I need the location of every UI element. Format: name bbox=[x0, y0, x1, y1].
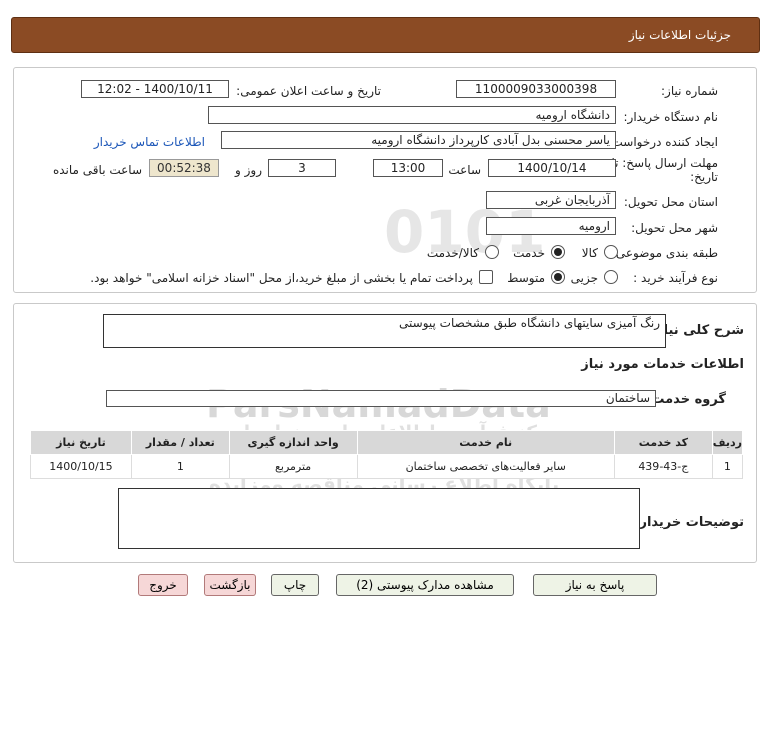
table-row: 1 ج-43-439 سایر فعالیت‌های تخصصی ساختمان… bbox=[30, 454, 744, 479]
requester-label: ایجاد کننده درخواست: bbox=[607, 135, 718, 149]
cell-unit: مترمربع bbox=[228, 454, 358, 479]
services-table: ردیف کد خدمت نام خدمت واحد اندازه گیری ت… bbox=[30, 430, 744, 479]
category-radio-goods-service[interactable] bbox=[485, 245, 499, 259]
city-field: ارومیه bbox=[486, 217, 616, 235]
process-radio-medium[interactable] bbox=[551, 270, 565, 284]
exit-button[interactable]: خروج bbox=[138, 574, 188, 596]
days-label: روز و bbox=[235, 163, 262, 177]
need-summary-field: رنگ آمیزی سایتهای دانشگاه طبق مشخصات پیو… bbox=[103, 314, 666, 348]
process-option-medium: متوسط bbox=[507, 271, 545, 285]
province-label: استان محل تحویل: bbox=[623, 195, 718, 209]
cell-need-date: 1400/10/15 bbox=[30, 454, 132, 479]
col-service-code: کد خدمت bbox=[613, 430, 713, 455]
services-title: اطلاعات خدمات مورد نیاز bbox=[581, 357, 744, 372]
view-attachments-button[interactable]: مشاهده مدارک پیوستی (2) bbox=[336, 574, 514, 596]
cell-service-name: سایر فعالیت‌های تخصصی ساختمان bbox=[356, 454, 615, 479]
category-label: طبقه بندی موضوعی: bbox=[611, 246, 718, 260]
deadline-label: مهلت ارسال پاسخ: تا bbox=[611, 156, 718, 170]
category-option-goods-service: کالا/خدمت bbox=[426, 246, 479, 260]
city-label: شهر محل تحویل: bbox=[631, 221, 718, 235]
days-remaining-field: 3 bbox=[268, 159, 336, 177]
buyer-contact-link[interactable]: اطلاعات تماس خریدار bbox=[94, 135, 205, 149]
page-title: جزئیات اطلاعات نیاز bbox=[628, 28, 731, 42]
cell-service-code: ج-43-439 bbox=[613, 454, 713, 479]
service-group-field: ساختمان bbox=[106, 390, 656, 407]
category-radio-goods[interactable] bbox=[604, 245, 618, 259]
col-service-name: نام خدمت bbox=[356, 430, 615, 455]
details-panel: ParsNamadData مرکز فرآوری اطلاعات پارس ن… bbox=[13, 303, 757, 563]
province-field: آذربایجان غربی bbox=[486, 191, 616, 209]
treasury-payment-note: پرداخت تمام یا بخشی از مبلغ خرید،از محل … bbox=[90, 271, 473, 285]
announce-datetime-field: 1400/10/11 - 12:02 bbox=[81, 80, 229, 98]
category-option-goods: کالا bbox=[581, 246, 598, 260]
need-number-label: شماره نیاز: bbox=[661, 84, 718, 98]
deadline-date-field: 1400/10/14 bbox=[488, 159, 616, 177]
general-info-panel: 0101 شماره نیاز: 1100009033000398 تاریخ … bbox=[13, 67, 757, 293]
process-radio-minor[interactable] bbox=[604, 270, 618, 284]
col-quantity: تعداد / مقدار bbox=[130, 430, 230, 455]
remaining-label: ساعت باقی مانده bbox=[52, 163, 142, 177]
col-row: ردیف bbox=[711, 430, 744, 455]
page-header: جزئیات اطلاعات نیاز bbox=[11, 17, 760, 53]
category-option-service: خدمت bbox=[513, 246, 545, 260]
table-header-row: ردیف کد خدمت نام خدمت واحد اندازه گیری ت… bbox=[30, 430, 744, 455]
time-remaining-field: 00:52:38 bbox=[149, 159, 219, 177]
buyer-org-field: دانشگاه ارومیه bbox=[208, 106, 616, 124]
deadline-time-field: 13:00 bbox=[373, 159, 443, 177]
buyer-notes-field bbox=[118, 488, 640, 549]
back-button[interactable]: بازگشت bbox=[204, 574, 256, 596]
category-radio-service[interactable] bbox=[551, 245, 565, 259]
service-group-label: گروه خدمت: bbox=[646, 392, 726, 407]
col-need-date: تاریخ نیاز bbox=[30, 430, 132, 455]
need-number-field: 1100009033000398 bbox=[456, 80, 616, 98]
respond-button[interactable]: پاسخ به نیاز bbox=[533, 574, 657, 596]
process-label: نوع فرآیند خرید : bbox=[633, 271, 718, 285]
need-summary-text: رنگ آمیزی سایتهای دانشگاه طبق مشخصات پیو… bbox=[399, 316, 660, 330]
treasury-payment-checkbox[interactable] bbox=[479, 270, 493, 284]
deadline-time-label: ساعت bbox=[448, 163, 481, 177]
buyer-notes-label: توضیحات خریدار: bbox=[634, 515, 744, 530]
process-option-minor: جزیی bbox=[570, 271, 598, 285]
deadline-date-label: تاریخ: bbox=[690, 170, 718, 184]
announce-label: تاریخ و ساعت اعلان عمومی: bbox=[236, 84, 381, 98]
print-button[interactable]: چاپ bbox=[271, 574, 319, 596]
buyer-org-label: نام دستگاه خریدار: bbox=[623, 110, 719, 124]
col-unit: واحد اندازه گیری bbox=[228, 430, 358, 455]
requester-field: یاسر محسنی بدل آبادی کارپرداز دانشگاه ار… bbox=[221, 131, 616, 149]
cell-row: 1 bbox=[711, 454, 744, 479]
cell-quantity: 1 bbox=[130, 454, 230, 479]
